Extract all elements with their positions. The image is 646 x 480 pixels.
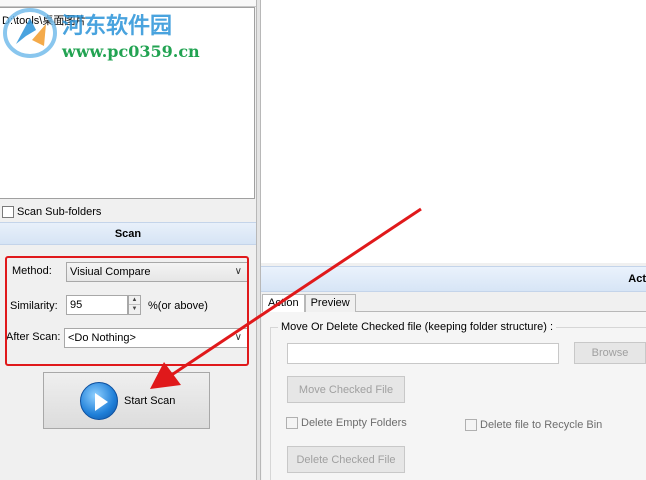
delete-to-recycle-bin-option[interactable]: Delete file to Recycle Bin — [465, 419, 602, 431]
scan-subfolders-option[interactable]: Scan Sub-folders — [2, 205, 101, 219]
delete-empty-folders-label: Delete Empty Folders — [301, 417, 407, 429]
scan-section-header: Scan — [0, 222, 256, 245]
image-preview-area — [261, 0, 646, 263]
watermark: 河东软件园 www.pc0359.cn — [0, 0, 210, 66]
move-delete-label: Move Or Delete Checked file (keeping fol… — [278, 321, 557, 333]
tab-preview[interactable]: Preview — [304, 294, 356, 312]
move-checked-file-button[interactable]: Move Checked File — [287, 376, 405, 403]
action-panel-header: Act — [261, 266, 646, 292]
start-scan-label: Start Scan — [124, 394, 176, 407]
watermark-url: www.pc0359.cn — [62, 42, 200, 61]
highlight-annotation-box — [5, 256, 249, 366]
left-panel: D:\tools\桌面图片 Scan Sub-folders Scan Meth… — [0, 0, 258, 480]
browse-button[interactable]: Browse — [574, 342, 646, 364]
delete-checked-file-button[interactable]: Delete Checked File — [287, 446, 405, 473]
watermark-title: 河东软件园 — [62, 13, 173, 39]
destination-path-input[interactable] — [287, 343, 559, 364]
start-scan-button[interactable]: Start Scan — [43, 372, 210, 429]
tab-action[interactable]: Action — [262, 294, 305, 312]
delete-empty-folders-option[interactable]: Delete Empty Folders — [286, 417, 407, 429]
scan-subfolders-checkbox[interactable] — [2, 206, 14, 218]
watermark-logo-icon — [3, 8, 57, 58]
delete-empty-folders-checkbox[interactable] — [286, 417, 298, 429]
action-tabs: Action Preview — [262, 294, 356, 312]
scan-subfolders-label: Scan Sub-folders — [17, 206, 102, 218]
action-panel-title: Act — [628, 273, 646, 285]
play-icon — [80, 381, 118, 420]
delete-to-recycle-bin-checkbox[interactable] — [465, 419, 477, 431]
delete-to-recycle-bin-label: Delete file to Recycle Bin — [480, 419, 603, 431]
